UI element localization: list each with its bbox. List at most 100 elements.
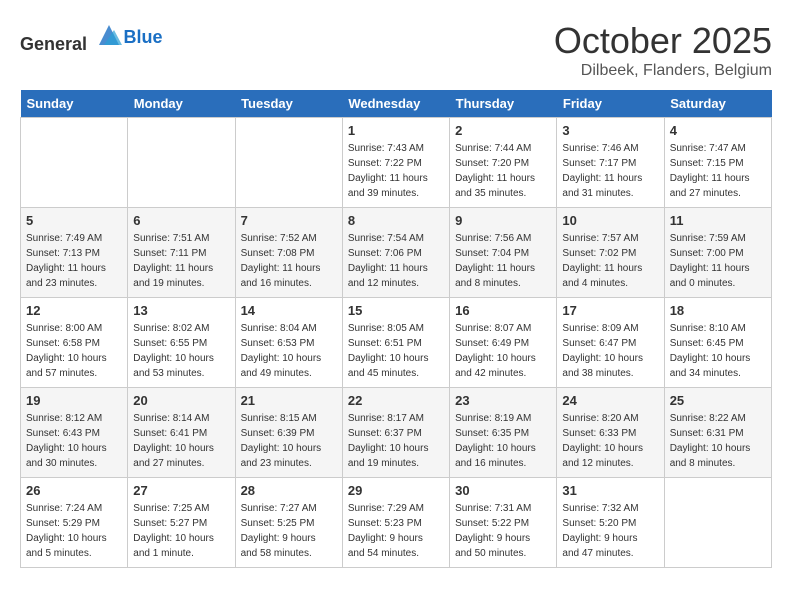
title-block: October 2025 Dilbeek, Flanders, Belgium — [554, 20, 772, 80]
table-row: 26 Sunrise: 7:24 AM Sunset: 5:29 PM Dayli… — [21, 478, 128, 568]
calendar-week-row: 12 Sunrise: 8:00 AM Sunset: 6:58 PM Dayli… — [21, 298, 772, 388]
month-year-title: October 2025 — [554, 20, 772, 62]
day-info: Sunrise: 8:05 AM Sunset: 6:51 PM Dayligh… — [348, 321, 444, 381]
day-number: 28 — [241, 483, 337, 498]
table-row: 15Sunrise: 8:05 AM Sunset: 6:51 PM Dayli… — [342, 298, 449, 388]
table-row — [21, 118, 128, 208]
day-number: 11 — [670, 213, 766, 228]
table-row: 27 Sunrise: 7:25 AM Sunset: 5:27 PM Dayli… — [128, 478, 235, 568]
table-row: 29 Sunrise: 7:29 AM Sunset: 5:23 PM Dayli… — [342, 478, 449, 568]
day-number: 21 — [241, 393, 337, 408]
day-info: Sunrise: 7:54 AM Sunset: 7:06 PM Dayligh… — [348, 231, 444, 291]
page-header: General Blue October 2025 Dilbeek, Fland… — [20, 20, 772, 80]
calendar-week-row: 1 Sunrise: 7:43 AM Sunset: 7:22 PM Daylig… — [21, 118, 772, 208]
day-number: 27 — [133, 483, 229, 498]
day-info: Sunrise: 8:04 AM Sunset: 6:53 PM Dayligh… — [241, 321, 337, 381]
day-info: Sunrise: 7:24 AM Sunset: 5:29 PM Dayligh… — [26, 501, 122, 561]
day-number: 17 — [562, 303, 658, 318]
col-tuesday: Tuesday — [235, 90, 342, 118]
table-row — [664, 478, 771, 568]
day-number: 22 — [348, 393, 444, 408]
day-number: 20 — [133, 393, 229, 408]
table-row: 10 Sunrise: 7:57 AM Sunset: 7:02 PM Dayli… — [557, 208, 664, 298]
day-number: 10 — [562, 213, 658, 228]
location-subtitle: Dilbeek, Flanders, Belgium — [554, 62, 772, 80]
day-number: 8 — [348, 213, 444, 228]
day-number: 5 — [26, 213, 122, 228]
day-info: Sunrise: 8:12 AM Sunset: 6:43 PM Dayligh… — [26, 411, 122, 471]
table-row: 18Sunrise: 8:10 AM Sunset: 6:45 PM Dayli… — [664, 298, 771, 388]
day-info: Sunrise: 8:00 AM Sunset: 6:58 PM Dayligh… — [26, 321, 122, 381]
day-info: Sunrise: 7:52 AM Sunset: 7:08 PM Dayligh… — [241, 231, 337, 291]
table-row: 3Sunrise: 7:46 AM Sunset: 7:17 PM Daylig… — [557, 118, 664, 208]
day-info: Sunrise: 7:47 AM Sunset: 7:15 PM Dayligh… — [670, 141, 766, 201]
day-number: 31 — [562, 483, 658, 498]
day-number: 12 — [26, 303, 122, 318]
col-saturday: Saturday — [664, 90, 771, 118]
table-row — [128, 118, 235, 208]
table-row: 24Sunrise: 8:20 AM Sunset: 6:33 PM Dayli… — [557, 388, 664, 478]
table-row: 1 Sunrise: 7:43 AM Sunset: 7:22 PM Daylig… — [342, 118, 449, 208]
col-friday: Friday — [557, 90, 664, 118]
day-info: Sunrise: 7:51 AM Sunset: 7:11 PM Dayligh… — [133, 231, 229, 291]
day-info: Sunrise: 7:27 AM Sunset: 5:25 PM Dayligh… — [241, 501, 337, 561]
table-row: 4 Sunrise: 7:47 AM Sunset: 7:15 PM Daylig… — [664, 118, 771, 208]
day-number: 23 — [455, 393, 551, 408]
day-info: Sunrise: 7:43 AM Sunset: 7:22 PM Dayligh… — [348, 141, 444, 201]
day-info: Sunrise: 8:17 AM Sunset: 6:37 PM Dayligh… — [348, 411, 444, 471]
day-info: Sunrise: 7:49 AM Sunset: 7:13 PM Dayligh… — [26, 231, 122, 291]
table-row: 20 Sunrise: 8:14 AM Sunset: 6:41 PM Dayli… — [128, 388, 235, 478]
day-number: 7 — [241, 213, 337, 228]
col-monday: Monday — [128, 90, 235, 118]
day-info: Sunrise: 7:32 AM Sunset: 5:20 PM Dayligh… — [562, 501, 658, 561]
table-row: 21 Sunrise: 8:15 AM Sunset: 6:39 PM Dayli… — [235, 388, 342, 478]
day-info: Sunrise: 7:29 AM Sunset: 5:23 PM Dayligh… — [348, 501, 444, 561]
day-number: 24 — [562, 393, 658, 408]
day-number: 30 — [455, 483, 551, 498]
table-row: 23 Sunrise: 8:19 AM Sunset: 6:35 PM Dayli… — [450, 388, 557, 478]
day-info: Sunrise: 8:15 AM Sunset: 6:39 PM Dayligh… — [241, 411, 337, 471]
day-info: Sunrise: 8:07 AM Sunset: 6:49 PM Dayligh… — [455, 321, 551, 381]
logo-icon — [94, 20, 124, 50]
table-row: 5 Sunrise: 7:49 AM Sunset: 7:13 PM Daylig… — [21, 208, 128, 298]
table-row: 25 Sunrise: 8:22 AM Sunset: 6:31 PM Dayli… — [664, 388, 771, 478]
table-row: 19 Sunrise: 8:12 AM Sunset: 6:43 PM Dayli… — [21, 388, 128, 478]
day-info: Sunrise: 8:22 AM Sunset: 6:31 PM Dayligh… — [670, 411, 766, 471]
table-row — [235, 118, 342, 208]
day-number: 4 — [670, 123, 766, 138]
table-row: 8 Sunrise: 7:54 AM Sunset: 7:06 PM Daylig… — [342, 208, 449, 298]
day-number: 19 — [26, 393, 122, 408]
table-row: 30 Sunrise: 7:31 AM Sunset: 5:22 PM Dayli… — [450, 478, 557, 568]
day-number: 26 — [26, 483, 122, 498]
table-row: 22 Sunrise: 8:17 AM Sunset: 6:37 PM Dayli… — [342, 388, 449, 478]
calendar-table: Sunday Monday Tuesday Wednesday Thursday… — [20, 90, 772, 568]
day-info: Sunrise: 7:46 AM Sunset: 7:17 PM Dayligh… — [562, 141, 658, 201]
calendar-header-row: Sunday Monday Tuesday Wednesday Thursday… — [21, 90, 772, 118]
day-info: Sunrise: 7:57 AM Sunset: 7:02 PM Dayligh… — [562, 231, 658, 291]
day-info: Sunrise: 7:25 AM Sunset: 5:27 PM Dayligh… — [133, 501, 229, 561]
day-info: Sunrise: 7:56 AM Sunset: 7:04 PM Dayligh… — [455, 231, 551, 291]
table-row: 16 Sunrise: 8:07 AM Sunset: 6:49 PM Dayli… — [450, 298, 557, 388]
table-row: 7 Sunrise: 7:52 AM Sunset: 7:08 PM Daylig… — [235, 208, 342, 298]
col-wednesday: Wednesday — [342, 90, 449, 118]
table-row: 14Sunrise: 8:04 AM Sunset: 6:53 PM Dayli… — [235, 298, 342, 388]
day-info: Sunrise: 7:31 AM Sunset: 5:22 PM Dayligh… — [455, 501, 551, 561]
day-number: 1 — [348, 123, 444, 138]
day-info: Sunrise: 8:09 AM Sunset: 6:47 PM Dayligh… — [562, 321, 658, 381]
day-info: Sunrise: 8:10 AM Sunset: 6:45 PM Dayligh… — [670, 321, 766, 381]
table-row: 13Sunrise: 8:02 AM Sunset: 6:55 PM Dayli… — [128, 298, 235, 388]
day-number: 9 — [455, 213, 551, 228]
day-number: 29 — [348, 483, 444, 498]
table-row: 6Sunrise: 7:51 AM Sunset: 7:11 PM Daylig… — [128, 208, 235, 298]
day-info: Sunrise: 8:14 AM Sunset: 6:41 PM Dayligh… — [133, 411, 229, 471]
day-info: Sunrise: 8:19 AM Sunset: 6:35 PM Dayligh… — [455, 411, 551, 471]
table-row: 28 Sunrise: 7:27 AM Sunset: 5:25 PM Dayli… — [235, 478, 342, 568]
day-info: Sunrise: 7:59 AM Sunset: 7:00 PM Dayligh… — [670, 231, 766, 291]
logo-blue-text: Blue — [124, 27, 163, 47]
col-sunday: Sunday — [21, 90, 128, 118]
day-number: 16 — [455, 303, 551, 318]
table-row: 11 Sunrise: 7:59 AM Sunset: 7:00 PM Dayli… — [664, 208, 771, 298]
day-number: 25 — [670, 393, 766, 408]
table-row: 9 Sunrise: 7:56 AM Sunset: 7:04 PM Daylig… — [450, 208, 557, 298]
calendar-week-row: 19 Sunrise: 8:12 AM Sunset: 6:43 PM Dayli… — [21, 388, 772, 478]
